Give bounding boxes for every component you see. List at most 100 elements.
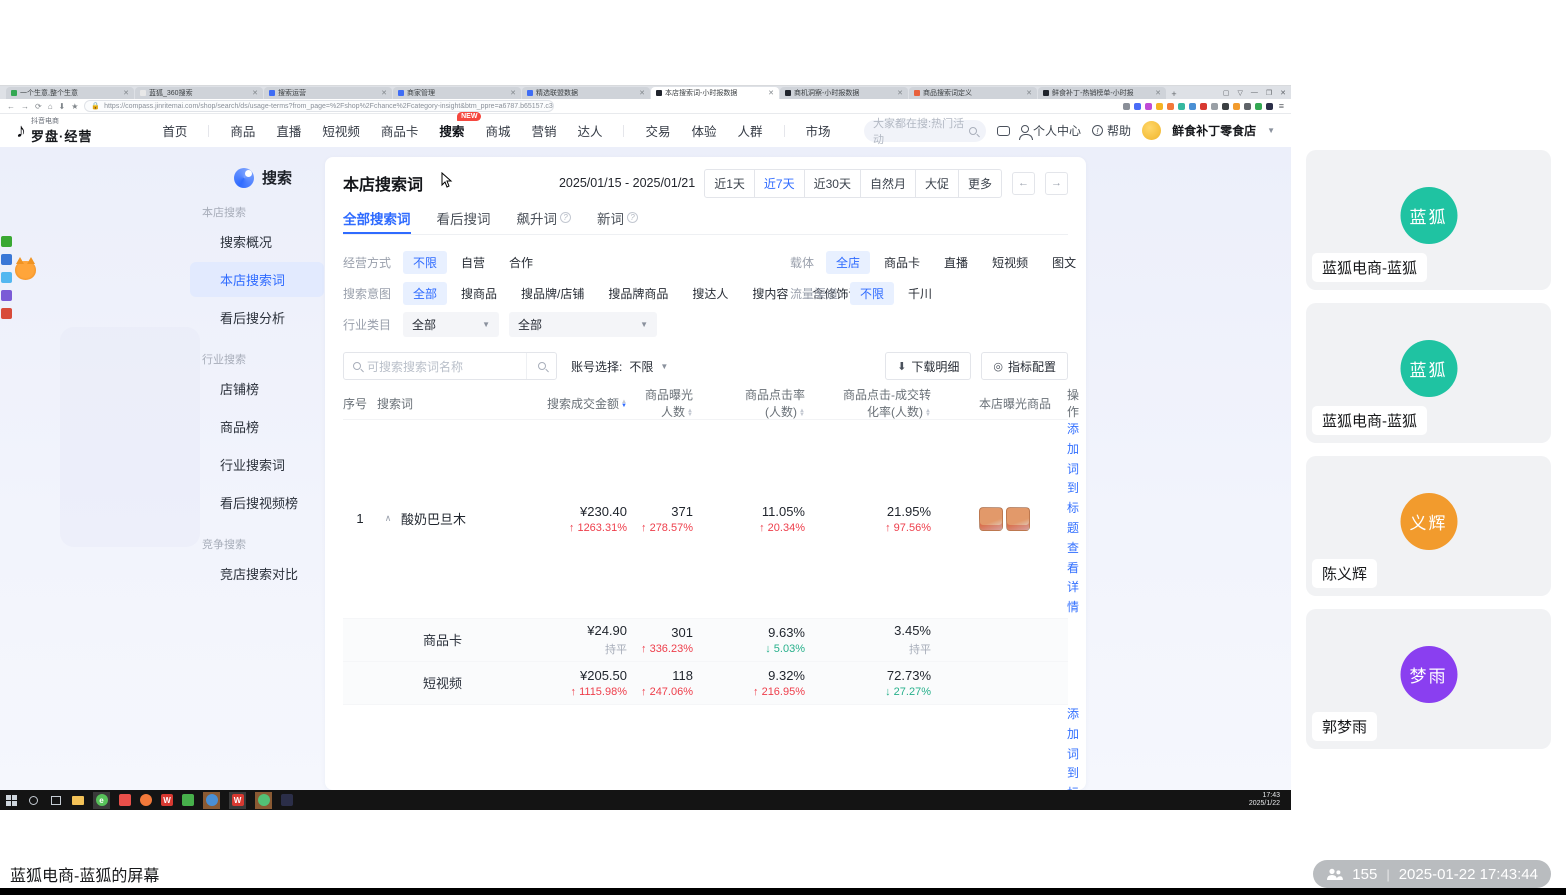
extension-icon[interactable] <box>1188 102 1196 110</box>
download-icon[interactable]: ⬇ <box>59 102 66 111</box>
extension-icon[interactable] <box>1221 102 1229 110</box>
column-header[interactable]: 商品点击率(人数) ▲ ▼ <box>733 386 835 420</box>
bookmark-icon[interactable]: ★ <box>71 102 78 111</box>
participant-card[interactable]: 蓝狐 蓝狐电商-蓝狐 <box>1306 150 1551 290</box>
filter-option-搜达人[interactable]: 搜达人 <box>682 282 738 305</box>
extension-icon[interactable] <box>1232 102 1240 110</box>
cortana-search-icon[interactable] <box>27 794 40 807</box>
tab-close-icon[interactable]: ✕ <box>381 89 387 97</box>
refresh-icon[interactable]: ⟳ <box>35 102 42 111</box>
extension-icon[interactable] <box>1144 102 1152 110</box>
sidebar-item-看后搜视频榜[interactable]: 看后搜视频榜 <box>190 485 324 520</box>
task-view-icon[interactable] <box>49 794 62 807</box>
tab-飙升词[interactable]: 飙升词? <box>517 203 571 234</box>
taskbar-app-icon[interactable]: W <box>161 794 173 806</box>
taskbar-app-icon[interactable] <box>182 794 194 806</box>
sort-icon[interactable]: ▲ ▼ <box>799 408 805 418</box>
dock-app-icon[interactable] <box>1 308 12 319</box>
window-control-icon[interactable]: — <box>1251 89 1258 96</box>
sidebar-item-搜索概况[interactable]: 搜索概况 <box>190 224 324 259</box>
tab-看后搜词[interactable]: 看后搜词 <box>437 203 491 234</box>
action-link[interactable]: 查看详情 <box>1067 539 1079 618</box>
filter-option-不限[interactable]: 不限 <box>850 282 895 305</box>
browser-menu-icon[interactable]: ≡ <box>1279 101 1284 111</box>
nav-item-市场[interactable]: 市场 <box>806 121 831 140</box>
taskbar-app-icon[interactable] <box>119 794 131 806</box>
tab-全部搜索词[interactable]: 全部搜索词 <box>343 203 411 234</box>
next-period-button[interactable]: → <box>1045 171 1068 195</box>
filter-option-搜商品[interactable]: 搜商品 <box>451 282 507 305</box>
browser-tab[interactable]: 搜索运营 ✕ <box>264 87 392 99</box>
extension-icon[interactable] <box>1122 102 1130 110</box>
collapse-row-icon[interactable]: ∧ <box>377 513 399 524</box>
filter-option-不限[interactable]: 不限 <box>403 251 448 274</box>
date-option-近1天[interactable]: 近1天 <box>704 168 755 198</box>
store-avatar[interactable] <box>1142 121 1162 140</box>
filter-option-合作[interactable]: 合作 <box>499 251 543 274</box>
forward-icon[interactable]: → <box>21 102 29 111</box>
participant-card[interactable]: 义辉 陈义辉 <box>1306 456 1551 596</box>
tab-close-icon[interactable]: ✕ <box>510 89 516 97</box>
tab-close-icon[interactable]: ✕ <box>897 89 903 97</box>
product-thumbnail[interactable] <box>1006 506 1030 531</box>
filter-option-千川[interactable]: 千川 <box>898 282 942 305</box>
extension-icon[interactable] <box>1155 102 1163 110</box>
personal-center-link[interactable]: 个人中心 <box>1019 122 1081 140</box>
category-select-1[interactable]: 全部 ▼ <box>403 312 499 337</box>
store-name[interactable]: 鲜食补丁零食店 <box>1172 122 1256 139</box>
action-link[interactable]: 添加词到标题 <box>1067 420 1079 539</box>
dock-app-icon[interactable] <box>1 254 12 265</box>
taskbar-app-icon[interactable] <box>257 794 270 806</box>
keyword-search-input[interactable]: 可搜索搜索词名称 <box>343 352 557 380</box>
tab-新词[interactable]: 新词? <box>597 203 638 234</box>
nav-item-搜索[interactable]: 搜索 NEW <box>439 112 482 140</box>
sort-icon[interactable]: ▲ ▼ <box>687 408 693 418</box>
nav-item-商城[interactable]: 商城 <box>485 121 510 140</box>
browser-tab[interactable]: 一个生意,整个生意 ✕ <box>6 87 134 99</box>
filter-option-自营[interactable]: 自营 <box>451 251 495 274</box>
extension-icon[interactable] <box>1210 102 1218 110</box>
prev-period-button[interactable]: ← <box>1012 171 1035 195</box>
filter-option-短视频[interactable]: 短视频 <box>982 251 1038 274</box>
browser-tab[interactable]: 商家管理 ✕ <box>393 87 521 99</box>
fox-pet-icon[interactable] <box>15 257 36 280</box>
browser-tab[interactable]: 精选联盟数据 ✕ <box>522 87 650 99</box>
nav-item-体验[interactable]: 体验 <box>692 121 717 140</box>
extension-icon[interactable] <box>1133 102 1141 110</box>
taskbar-app-icon[interactable]: e <box>95 794 108 806</box>
nav-item-达人[interactable]: 达人 <box>577 121 602 140</box>
tab-close-icon[interactable]: ✕ <box>639 89 645 97</box>
column-header[interactable]: 商品点击-成交转化率(人数) ▲ ▼ <box>835 386 967 420</box>
tab-close-icon[interactable]: ✕ <box>1155 89 1161 97</box>
nav-item-短视频[interactable]: 短视频 <box>322 121 360 140</box>
message-icon[interactable] <box>997 125 1011 136</box>
sidebar-item-本店搜索词[interactable]: 本店搜索词 <box>190 262 324 297</box>
dock-app-icon[interactable] <box>1 236 12 247</box>
sidebar-item-店铺榜[interactable]: 店铺榜 <box>190 371 324 406</box>
window-control-icon[interactable]: ▽ <box>1237 89 1242 97</box>
date-option-自然月[interactable]: 自然月 <box>859 168 916 198</box>
participant-card[interactable]: 蓝狐 蓝狐电商-蓝狐 <box>1306 303 1551 443</box>
window-control-icon[interactable]: ❐ <box>1266 89 1272 97</box>
column-header[interactable]: 商品曝光人数 ▲ ▼ <box>641 386 733 420</box>
window-control-icon[interactable]: ▢ <box>1223 89 1230 97</box>
tab-close-icon[interactable]: ✕ <box>768 89 774 97</box>
filter-option-全店[interactable]: 全店 <box>826 251 871 274</box>
window-control-icon[interactable]: ✕ <box>1280 89 1286 97</box>
start-button[interactable] <box>5 794 18 807</box>
column-header[interactable]: 搜索成交金额 ▲ ▼ <box>535 395 641 412</box>
sort-icon[interactable]: ▲ ▼ <box>621 399 627 409</box>
browser-tab[interactable]: 本店搜索词-小时报数据 ✕ <box>651 87 779 99</box>
home-icon[interactable]: ⌂ <box>48 102 53 111</box>
extension-icon[interactable] <box>1166 102 1174 110</box>
date-option-近30天[interactable]: 近30天 <box>803 168 861 198</box>
taskbar-app-icon[interactable] <box>281 794 293 806</box>
extension-icon[interactable] <box>1254 102 1262 110</box>
participant-card[interactable]: 梦雨 郭梦雨 <box>1306 609 1551 749</box>
category-select-2[interactable]: 全部 ▼ <box>509 312 657 337</box>
nav-item-直播[interactable]: 直播 <box>276 121 301 140</box>
taskbar-app-icon[interactable] <box>140 794 152 806</box>
date-option-更多[interactable]: 更多 <box>957 168 1002 198</box>
filter-option-全部[interactable]: 全部 <box>403 282 448 305</box>
sidebar-item-行业搜索词[interactable]: 行业搜索词 <box>190 447 324 482</box>
